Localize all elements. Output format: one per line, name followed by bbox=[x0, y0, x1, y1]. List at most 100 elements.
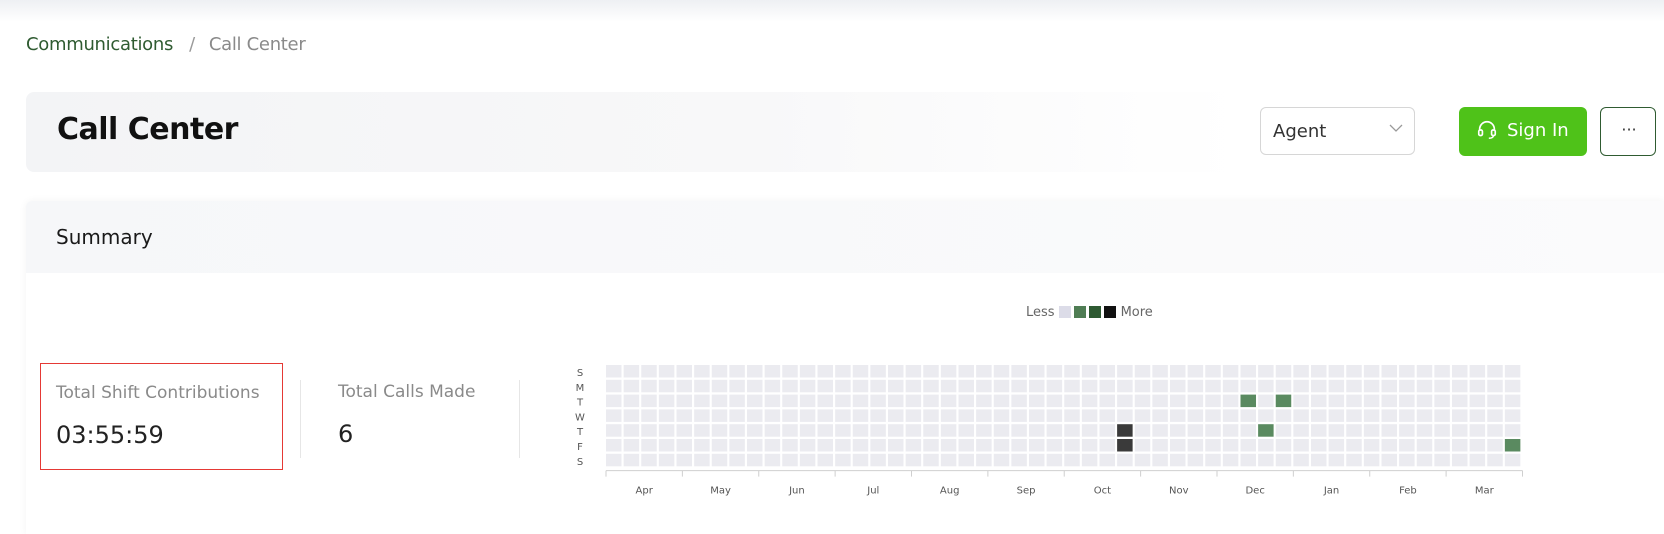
heatmap-cell[interactable] bbox=[1028, 409, 1045, 422]
heatmap-cell[interactable] bbox=[1416, 439, 1433, 452]
heatmap-cell[interactable] bbox=[694, 379, 710, 393]
heatmap-cell[interactable] bbox=[1222, 379, 1239, 393]
heatmap-cell[interactable] bbox=[1310, 379, 1327, 393]
heatmap-cell[interactable] bbox=[711, 409, 728, 422]
heatmap-cell[interactable] bbox=[958, 394, 974, 408]
heatmap-cell[interactable] bbox=[870, 453, 886, 467]
sign-in-button[interactable]: Sign In bbox=[1459, 107, 1587, 156]
heatmap-cell[interactable] bbox=[1258, 439, 1274, 452]
heatmap-cell[interactable] bbox=[976, 424, 992, 437]
heatmap-cell[interactable] bbox=[799, 453, 816, 467]
heatmap-cell[interactable] bbox=[1099, 439, 1115, 452]
heatmap-cell[interactable] bbox=[905, 394, 922, 408]
heatmap-cell[interactable] bbox=[1205, 453, 1221, 467]
heatmap-cell[interactable] bbox=[658, 439, 675, 452]
heatmap-cell[interactable] bbox=[1275, 409, 1292, 422]
heatmap-cell[interactable] bbox=[887, 439, 904, 452]
heatmap-cell[interactable] bbox=[1504, 453, 1521, 467]
heatmap-cell[interactable] bbox=[1205, 439, 1221, 452]
heatmap-cell[interactable] bbox=[729, 394, 745, 408]
heatmap-cell[interactable] bbox=[852, 379, 869, 393]
heatmap-cell[interactable] bbox=[835, 365, 851, 378]
heatmap-cell[interactable] bbox=[1258, 453, 1274, 467]
heatmap-cell[interactable] bbox=[1363, 394, 1380, 408]
heatmap-cell[interactable] bbox=[958, 379, 974, 393]
heatmap-cell[interactable] bbox=[694, 439, 710, 452]
heatmap-cell[interactable] bbox=[799, 394, 816, 408]
heatmap-cell[interactable] bbox=[782, 365, 798, 378]
heatmap-cell[interactable] bbox=[641, 409, 657, 422]
heatmap-cell[interactable] bbox=[1434, 453, 1450, 467]
heatmap-cell[interactable] bbox=[623, 394, 640, 408]
heatmap-cell[interactable] bbox=[1011, 439, 1027, 452]
heatmap-cell[interactable] bbox=[1187, 394, 1204, 408]
heatmap-cell[interactable] bbox=[746, 453, 763, 467]
heatmap-cell[interactable] bbox=[782, 439, 798, 452]
heatmap-cell[interactable] bbox=[887, 394, 904, 408]
heatmap-cell[interactable] bbox=[1399, 424, 1415, 437]
heatmap-cell[interactable] bbox=[1346, 409, 1362, 422]
heatmap-cell[interactable] bbox=[1099, 453, 1115, 467]
heatmap-cell[interactable] bbox=[958, 439, 974, 452]
heatmap-cell[interactable] bbox=[1117, 424, 1133, 437]
heatmap-cell[interactable] bbox=[940, 365, 957, 378]
heatmap-cell[interactable] bbox=[1434, 379, 1450, 393]
heatmap-cell[interactable] bbox=[1169, 453, 1186, 467]
heatmap-cell[interactable] bbox=[1046, 365, 1063, 378]
heatmap-cell[interactable] bbox=[887, 409, 904, 422]
heatmap-cell[interactable] bbox=[1416, 409, 1433, 422]
heatmap-cell[interactable] bbox=[1293, 424, 1309, 437]
heatmap-cell[interactable] bbox=[1328, 379, 1345, 393]
heatmap-cell[interactable] bbox=[1399, 409, 1415, 422]
more-options-button[interactable]: ··· bbox=[1600, 107, 1656, 156]
heatmap-cell[interactable] bbox=[958, 409, 974, 422]
heatmap-cell[interactable] bbox=[694, 409, 710, 422]
heatmap-cell[interactable] bbox=[852, 424, 869, 437]
heatmap-cell[interactable] bbox=[1187, 409, 1204, 422]
heatmap-cell[interactable] bbox=[1240, 409, 1256, 422]
heatmap-cell[interactable] bbox=[1152, 379, 1168, 393]
heatmap-cell[interactable] bbox=[1187, 379, 1204, 393]
heatmap-cell[interactable] bbox=[940, 379, 957, 393]
heatmap-cell[interactable] bbox=[835, 409, 851, 422]
heatmap-cell[interactable] bbox=[606, 453, 622, 467]
heatmap-cell[interactable] bbox=[1028, 439, 1045, 452]
heatmap-cell[interactable] bbox=[1152, 394, 1168, 408]
heatmap-cell[interactable] bbox=[1346, 424, 1362, 437]
heatmap-cell[interactable] bbox=[852, 409, 869, 422]
heatmap-cell[interactable] bbox=[1169, 394, 1186, 408]
heatmap-cell[interactable] bbox=[817, 394, 833, 408]
heatmap-cell[interactable] bbox=[799, 379, 816, 393]
heatmap-cell[interactable] bbox=[1363, 409, 1380, 422]
heatmap-cell[interactable] bbox=[887, 379, 904, 393]
heatmap-cell[interactable] bbox=[694, 365, 710, 378]
heatmap-cell[interactable] bbox=[1416, 379, 1433, 393]
heatmap-cell[interactable] bbox=[1064, 379, 1080, 393]
heatmap-cell[interactable] bbox=[1293, 394, 1309, 408]
heatmap-cell[interactable] bbox=[641, 439, 657, 452]
heatmap-cell[interactable] bbox=[1187, 453, 1204, 467]
heatmap-cell[interactable] bbox=[852, 394, 869, 408]
heatmap-cell[interactable] bbox=[676, 453, 692, 467]
heatmap-cell[interactable] bbox=[1487, 409, 1503, 422]
heatmap-cell[interactable] bbox=[1011, 365, 1027, 378]
heatmap-cell[interactable] bbox=[1328, 424, 1345, 437]
heatmap-cell[interactable] bbox=[958, 424, 974, 437]
heatmap-cell[interactable] bbox=[1258, 409, 1274, 422]
heatmap-cell[interactable] bbox=[1346, 453, 1362, 467]
heatmap-cell[interactable] bbox=[993, 424, 1010, 437]
heatmap-cell[interactable] bbox=[1275, 365, 1292, 378]
heatmap-cell[interactable] bbox=[676, 379, 692, 393]
heatmap-cell[interactable] bbox=[782, 453, 798, 467]
heatmap-cell[interactable] bbox=[1028, 394, 1045, 408]
heatmap-cell[interactable] bbox=[1064, 365, 1080, 378]
heatmap-cell[interactable] bbox=[1469, 439, 1486, 452]
heatmap-cell[interactable] bbox=[1363, 424, 1380, 437]
heatmap-cell[interactable] bbox=[976, 409, 992, 422]
heatmap-cell[interactable] bbox=[1487, 453, 1503, 467]
heatmap-cell[interactable] bbox=[1293, 439, 1309, 452]
heatmap-cell[interactable] bbox=[1011, 453, 1027, 467]
heatmap-cell[interactable] bbox=[817, 409, 833, 422]
heatmap-cell[interactable] bbox=[799, 409, 816, 422]
heatmap-cell[interactable] bbox=[852, 453, 869, 467]
